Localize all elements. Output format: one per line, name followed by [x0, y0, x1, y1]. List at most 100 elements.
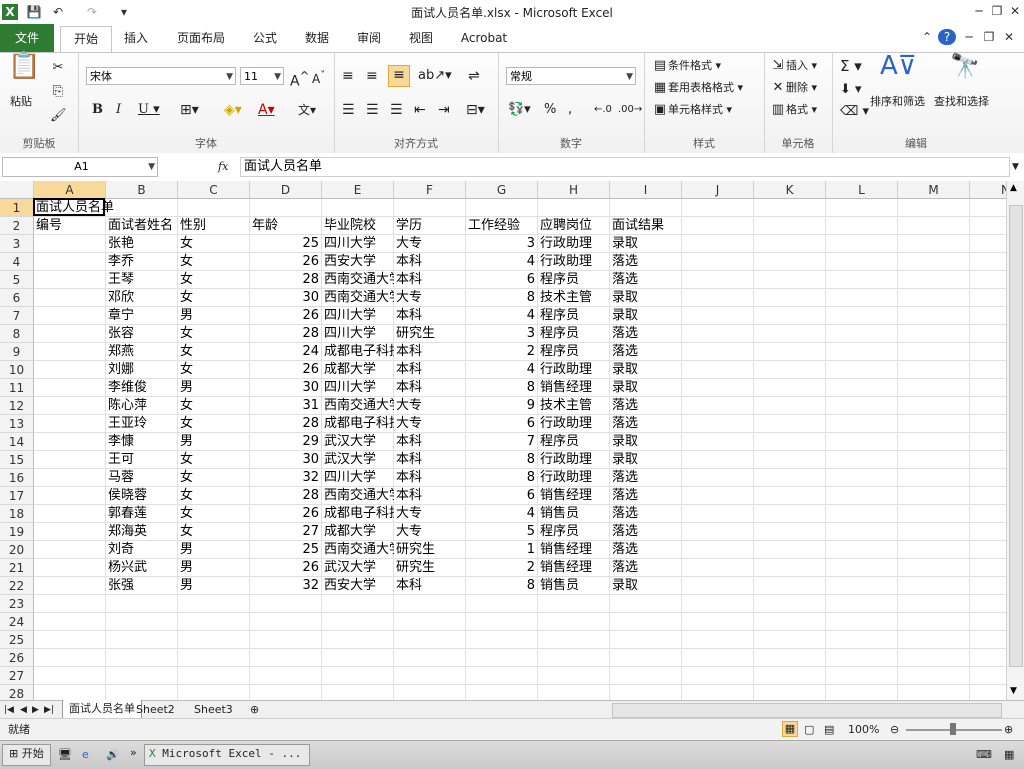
cell[interactable]: [250, 631, 322, 649]
cell[interactable]: [970, 451, 1006, 469]
cell[interactable]: [682, 235, 754, 253]
sheet-nav-first-icon[interactable]: |◀: [4, 701, 14, 719]
cell[interactable]: [610, 595, 682, 613]
cell[interactable]: [826, 613, 898, 631]
cell[interactable]: [394, 613, 466, 631]
cell[interactable]: [394, 649, 466, 667]
cell[interactable]: [682, 523, 754, 541]
row-header[interactable]: 6: [0, 289, 34, 307]
cell[interactable]: [538, 631, 610, 649]
row-header[interactable]: 28: [0, 685, 34, 700]
cell[interactable]: [34, 379, 106, 397]
scroll-down-icon[interactable]: ▼: [1010, 686, 1017, 696]
cell[interactable]: [898, 271, 970, 289]
cell[interactable]: [106, 685, 178, 700]
page-layout-view-icon[interactable]: ▢: [804, 721, 814, 739]
cell[interactable]: [898, 685, 970, 700]
grow-font-icon[interactable]: A^: [290, 67, 309, 91]
network-icon[interactable]: ▦: [1004, 746, 1014, 764]
cell[interactable]: [898, 253, 970, 271]
cell[interactable]: [538, 667, 610, 685]
cell[interactable]: [898, 307, 970, 325]
align-bottom-icon[interactable]: ≡: [388, 65, 410, 87]
row-header[interactable]: 5: [0, 271, 34, 289]
cell[interactable]: [754, 325, 826, 343]
cell[interactable]: [970, 289, 1006, 307]
cell[interactable]: [898, 559, 970, 577]
conditional-format-button[interactable]: ▤ 条件格式 ▾: [652, 57, 721, 75]
cell[interactable]: [682, 505, 754, 523]
autosum-icon[interactable]: Σ ▾: [840, 57, 862, 75]
cell[interactable]: [898, 343, 970, 361]
zoom-in-icon[interactable]: ⊕: [1004, 721, 1013, 739]
underline-icon[interactable]: U ▾: [138, 101, 160, 119]
cell[interactable]: [970, 379, 1006, 397]
column-header-n[interactable]: N: [970, 181, 1006, 199]
cell[interactable]: [682, 667, 754, 685]
align-center-icon[interactable]: ☰: [366, 101, 379, 119]
row-header[interactable]: 3: [0, 235, 34, 253]
cell[interactable]: [754, 415, 826, 433]
cell[interactable]: [250, 649, 322, 667]
cell[interactable]: [754, 361, 826, 379]
cell[interactable]: [826, 667, 898, 685]
row-header[interactable]: 14: [0, 433, 34, 451]
sheet-tab-2[interactable]: Sheet2: [132, 701, 179, 719]
cell[interactable]: [754, 487, 826, 505]
cell[interactable]: [970, 253, 1006, 271]
currency-icon[interactable]: 💱▾: [508, 101, 531, 119]
row-header[interactable]: 1: [0, 199, 34, 217]
format-cells-button[interactable]: ▥ 格式 ▾: [770, 101, 817, 119]
fill-color-icon[interactable]: ◈▾: [224, 101, 242, 119]
cell[interactable]: [34, 613, 106, 631]
new-sheet-icon[interactable]: ⊕: [250, 701, 259, 719]
merge-center-icon[interactable]: ⊟▾: [466, 101, 485, 119]
cell[interactable]: [898, 631, 970, 649]
row-header[interactable]: 12: [0, 397, 34, 415]
doc-close-icon[interactable]: ✕: [1000, 29, 1018, 45]
row-header[interactable]: 9: [0, 343, 34, 361]
cell[interactable]: [682, 271, 754, 289]
cell[interactable]: [34, 541, 106, 559]
sheet-tab-1[interactable]: 面试人员名单: [62, 700, 142, 719]
row-header[interactable]: 7: [0, 307, 34, 325]
media-icon[interactable]: 🔊: [106, 746, 120, 764]
cell[interactable]: [754, 685, 826, 700]
cell[interactable]: [754, 613, 826, 631]
cell[interactable]: [898, 577, 970, 595]
cell[interactable]: [34, 343, 106, 361]
cell[interactable]: [826, 379, 898, 397]
cell[interactable]: [754, 577, 826, 595]
cell[interactable]: [394, 595, 466, 613]
row-header[interactable]: 26: [0, 649, 34, 667]
cell[interactable]: [682, 541, 754, 559]
cell[interactable]: [970, 487, 1006, 505]
cell[interactable]: [610, 199, 682, 217]
cell[interactable]: [826, 415, 898, 433]
cell[interactable]: [34, 631, 106, 649]
cell[interactable]: [538, 595, 610, 613]
sort-filter-button[interactable]: 排序和筛选: [870, 93, 925, 111]
tab-page-layout[interactable]: 页面布局: [168, 26, 234, 50]
cell[interactable]: [898, 289, 970, 307]
cell[interactable]: [826, 523, 898, 541]
cell[interactable]: [898, 613, 970, 631]
align-middle-icon[interactable]: ≡: [366, 67, 378, 85]
cell[interactable]: [970, 343, 1006, 361]
cell[interactable]: [34, 505, 106, 523]
cell[interactable]: [682, 361, 754, 379]
format-as-table-button[interactable]: ▦ 套用表格格式 ▾: [652, 79, 743, 97]
start-button[interactable]: ⊞ 开始: [2, 744, 51, 766]
cell[interactable]: [754, 559, 826, 577]
cell[interactable]: [466, 631, 538, 649]
expand-formula-icon[interactable]: ▼: [1012, 158, 1019, 176]
cell[interactable]: [178, 613, 250, 631]
cell[interactable]: [826, 271, 898, 289]
cell[interactable]: [898, 379, 970, 397]
column-header-j[interactable]: J: [682, 181, 754, 199]
row-header[interactable]: 13: [0, 415, 34, 433]
cell[interactable]: [826, 559, 898, 577]
cell[interactable]: [754, 307, 826, 325]
cell[interactable]: [466, 685, 538, 700]
cell[interactable]: [898, 469, 970, 487]
